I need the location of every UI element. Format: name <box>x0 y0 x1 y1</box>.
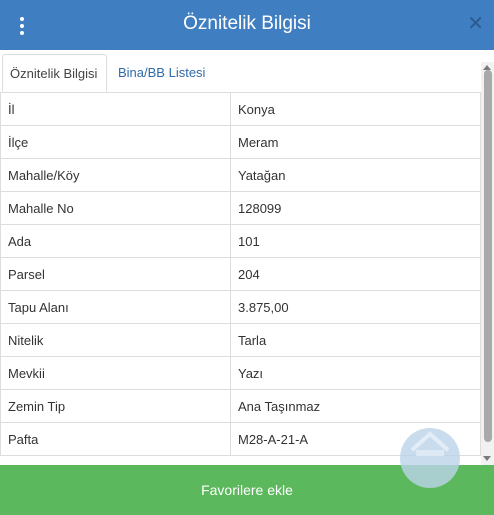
dialog-title: Öznitelik Bilgisi <box>183 13 311 34</box>
attribute-value: Yatağan <box>230 158 481 192</box>
add-to-favorites-button[interactable]: Favorilere ekle <box>0 465 494 515</box>
attribute-value: Meram <box>230 125 481 159</box>
attribute-key: Tapu Alanı <box>0 290 231 324</box>
attribute-value: Ana Taşınmaz <box>230 389 481 423</box>
table-row: İlçe Meram <box>0 125 481 159</box>
attribute-value: Yazı <box>230 356 481 390</box>
table-row: Zemin Tip Ana Taşınmaz <box>0 389 481 423</box>
attribute-value: 3.875,00 <box>230 290 481 324</box>
attribute-value: M28-A-21-A <box>230 422 481 456</box>
table-row: Parsel 204 <box>0 257 481 291</box>
attribute-table-container: İl Konya İlçe Meram Mahalle/Köy Yatağan Mah… <box>0 92 481 465</box>
table-row: Nitelik Tarla <box>0 323 481 357</box>
attribute-value: Tarla <box>230 323 481 357</box>
attribute-key: Mahalle No <box>0 191 231 225</box>
attribute-key: İlçe <box>0 125 231 159</box>
attribute-value: Konya <box>230 92 481 126</box>
close-icon[interactable]: ✕ <box>467 13 484 35</box>
attribute-key: Parsel <box>0 257 231 291</box>
dialog-header: Öznitelik Bilgisi ✕ <box>0 0 494 50</box>
tab-attribute-info[interactable]: Öznitelik Bilgisi <box>2 54 107 92</box>
tab-building-list[interactable]: Bina/BB Listesi <box>111 54 212 91</box>
table-row: Pafta M28-A-21-A <box>0 422 481 456</box>
attribute-key: Nitelik <box>0 323 231 357</box>
scroll-down-arrow-icon[interactable] <box>483 456 491 461</box>
attribute-key: Mahalle/Köy <box>0 158 231 192</box>
attribute-key: Mevkii <box>0 356 231 390</box>
tab-bar: Öznitelik Bilgisi Bina/BB Listesi <box>0 50 494 93</box>
attribute-value: 204 <box>230 257 481 291</box>
attribute-key: Ada <box>0 224 231 258</box>
attribute-key: İl <box>0 92 231 126</box>
table-row: Mevkii Yazı <box>0 356 481 390</box>
scrollbar-thumb[interactable] <box>484 70 492 442</box>
attribute-value: 128099 <box>230 191 481 225</box>
attribute-key: Pafta <box>0 422 231 456</box>
table-row: Tapu Alanı 3.875,00 <box>0 290 481 324</box>
attribute-value: 101 <box>230 224 481 258</box>
attribute-key: Zemin Tip <box>0 389 231 423</box>
attribute-table: İl Konya İlçe Meram Mahalle/Köy Yatağan Mah… <box>0 92 481 456</box>
table-row: Mahalle No 128099 <box>0 191 481 225</box>
table-row: Mahalle/Köy Yatağan <box>0 158 481 192</box>
vertical-scrollbar[interactable] <box>481 62 494 465</box>
table-row: İl Konya <box>0 92 481 126</box>
table-row: Ada 101 <box>0 224 481 258</box>
